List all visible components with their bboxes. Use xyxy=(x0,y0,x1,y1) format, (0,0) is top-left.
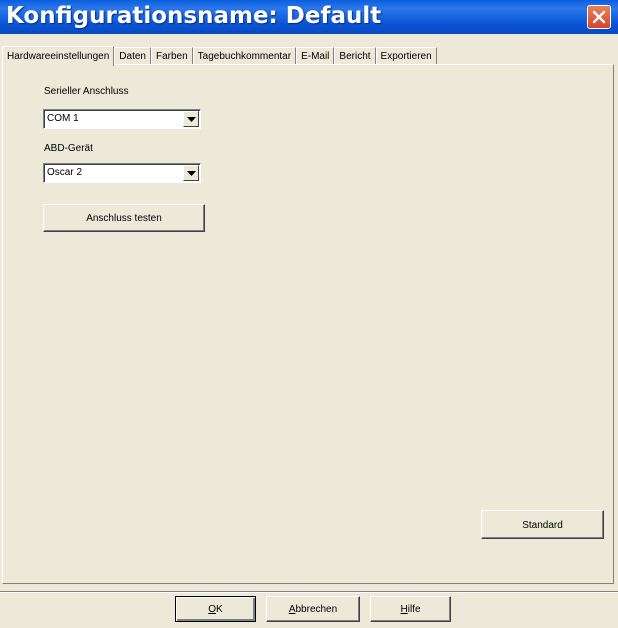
configuration-dialog: Konfigurationsname: Default Hardwareeins… xyxy=(0,0,618,628)
title-bar[interactable]: Konfigurationsname: Default xyxy=(0,0,618,34)
ok-mnemonic: O xyxy=(208,604,217,615)
tab-report[interactable]: Bericht xyxy=(334,47,376,65)
footer-separator xyxy=(0,591,618,593)
chevron-down-icon xyxy=(187,117,196,122)
tab-hardware-settings[interactable]: Hardwareeinstellungen xyxy=(2,46,115,66)
close-button[interactable] xyxy=(587,5,611,29)
tab-panel-hardware xyxy=(2,64,614,584)
help-button[interactable]: Hilfe xyxy=(370,596,451,622)
chevron-down-icon xyxy=(187,171,196,176)
device-dropdown-button[interactable] xyxy=(183,165,199,181)
standard-button[interactable]: Standard xyxy=(481,510,604,539)
ok-label-rest: K xyxy=(216,604,223,615)
help-label-rest: ilfe xyxy=(407,604,421,615)
tab-email[interactable]: E-Mail xyxy=(296,47,335,65)
tab-strip: Hardwareeinstellungen Daten Farben Tageb… xyxy=(2,45,437,66)
serial-port-dropdown-button[interactable] xyxy=(183,111,199,127)
serial-port-label: Serieller Anschluss xyxy=(44,86,129,97)
test-connection-button[interactable]: Anschluss testen xyxy=(43,204,205,232)
close-icon xyxy=(592,10,606,24)
cancel-button[interactable]: Abbrechen xyxy=(266,596,360,622)
tab-colors[interactable]: Farben xyxy=(150,47,193,65)
device-label: ABD-Gerät xyxy=(44,143,93,154)
cancel-label-rest: bbrechen xyxy=(295,604,338,615)
serial-port-select[interactable]: COM 1 xyxy=(43,109,201,129)
serial-port-value: COM 1 xyxy=(47,113,79,124)
device-value: Oscar 2 xyxy=(47,167,83,178)
device-select[interactable]: Oscar 2 xyxy=(43,163,201,183)
ok-button[interactable]: OK xyxy=(175,596,256,622)
tab-diary-comment[interactable]: Tagebuchkommentar xyxy=(192,47,297,65)
window-title: Konfigurationsname: Default xyxy=(6,3,382,29)
tab-data[interactable]: Daten xyxy=(114,47,151,65)
tab-export[interactable]: Exportieren xyxy=(375,47,437,65)
help-mnemonic: H xyxy=(400,604,408,615)
